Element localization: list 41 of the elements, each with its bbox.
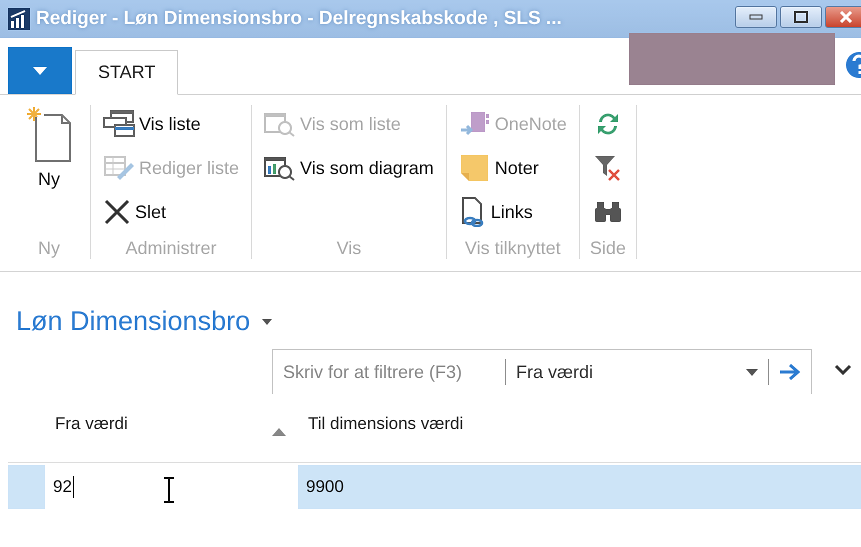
new-document-icon	[26, 105, 72, 163]
group-label: Side	[590, 237, 626, 259]
ribbon-button[interactable]: Slet	[101, 193, 242, 231]
caret-icon[interactable]	[262, 318, 272, 324]
group-label: Vis tilknyttet	[464, 237, 562, 259]
ribbon-tab[interactable]: START	[75, 50, 178, 95]
column-header[interactable]: Fra værdi	[45, 402, 298, 462]
delete-icon	[103, 199, 131, 225]
group-label: Administrer	[124, 237, 218, 259]
cell-input[interactable]: 92	[45, 465, 298, 509]
chart-search-icon	[264, 155, 296, 181]
table-row[interactable]: 92 9900	[8, 465, 861, 509]
chevron-down-icon[interactable]	[834, 363, 852, 378]
text-cursor-icon	[163, 477, 175, 503]
ribbon-button[interactable]: Links	[456, 193, 569, 231]
caret-icon	[746, 368, 758, 376]
column-header[interactable]: Til dimensions værdi	[298, 402, 464, 462]
maximize-icon	[794, 11, 808, 23]
chart-list-icon	[264, 111, 296, 137]
minimize-icon	[749, 14, 763, 20]
note-app-icon	[458, 110, 491, 138]
chart-icon	[8, 8, 30, 30]
filter-field-dropdown[interactable]: Fra værdi	[506, 350, 768, 394]
group-label: Vis	[336, 237, 362, 259]
edit-table-icon	[103, 155, 135, 181]
close-icon	[839, 11, 853, 23]
minimize-button[interactable]	[735, 6, 777, 28]
ribbon-button[interactable]: Vis liste	[101, 105, 242, 143]
close-button[interactable]	[825, 6, 861, 28]
group-label: Ny	[37, 237, 61, 259]
page-title: Løn Dimensionsbro	[16, 306, 250, 337]
caret-icon	[33, 66, 47, 74]
new-button[interactable]: Ny	[18, 105, 80, 190]
ribbon-button[interactable]: Noter	[456, 149, 569, 187]
ribbon-button[interactable]: Vis som diagram	[262, 149, 436, 187]
sticky-note-icon	[458, 153, 491, 183]
windows-icon	[103, 110, 135, 138]
window-title: Rediger - Løn Dimensionsbro - Delregnskabskode , SLS ...	[36, 8, 563, 30]
table-cell-text: 9900	[305, 476, 345, 498]
maximize-button[interactable]	[780, 6, 822, 28]
clear-filter-icon[interactable]	[594, 154, 622, 182]
